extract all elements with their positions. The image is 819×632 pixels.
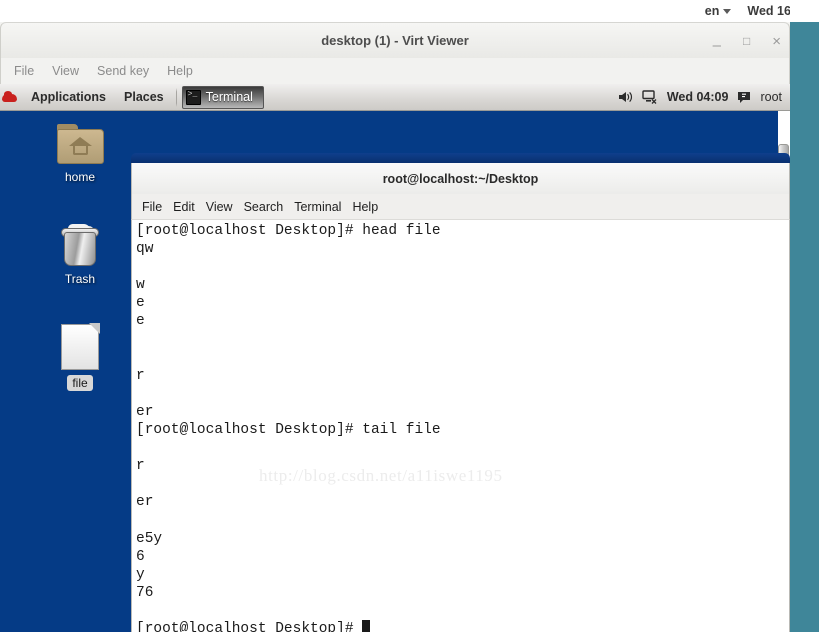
terminal-line: [root@localhost Desktop]# tail file [136,422,441,439]
minimize-button[interactable]: – [713,38,721,53]
virt-viewer-window: desktop (1) - Virt Viewer – □ × File Vie… [0,22,790,632]
menu-places[interactable]: Places [115,90,173,104]
top-right-filler [790,0,819,22]
gnome-panel-tray: Wed 04:09 root [618,90,790,104]
terminal-menu-terminal[interactable]: Terminal [294,197,352,217]
trash-icon [60,224,100,266]
home-folder-icon [56,124,104,164]
menu-view[interactable]: View [43,61,88,81]
panel-separator [175,87,177,107]
terminal-menu-view[interactable]: View [206,197,244,217]
terminal-line: er [136,403,154,420]
terminal-line: 6 [136,548,145,565]
desktop-icon-home[interactable]: home [38,124,122,185]
taskbar-item-label: Terminal [205,90,253,104]
host-top-bar: en Wed 16:09 [0,0,819,22]
terminal-line: qw [136,241,154,258]
terminal-line: [root@localhost Desktop]# head file [136,223,441,239]
document-icon [61,323,100,370]
desktop-icon-trash[interactable]: Trash [38,224,122,287]
terminal-line: r [136,367,145,384]
virt-viewer-letterbox-right [790,22,819,632]
keyboard-layout-indicator[interactable]: en [705,4,732,18]
menu-send-key[interactable]: Send key [88,61,158,81]
terminal-line: e5y [136,530,163,547]
terminal-menu-help[interactable]: Help [352,197,389,217]
terminal-title: root@localhost:~/Desktop [382,171,539,186]
desktop-icon-file-label: file [67,375,93,391]
redhat-logo-icon[interactable] [2,90,17,105]
virt-viewer-title: desktop (1) - Virt Viewer [321,33,469,48]
maximize-button[interactable]: □ [743,35,750,47]
taskbar-item-terminal[interactable]: >_ Terminal [181,85,264,109]
virt-viewer-titlebar[interactable]: desktop (1) - Virt Viewer – □ × [0,22,790,58]
gnome-panel-left: Applications Places >_ Terminal [0,84,264,111]
terminal-line: 76 [136,584,154,601]
close-button[interactable]: × [772,34,781,49]
desktop-icon-home-label: home [64,170,96,184]
terminal-menubar: File Edit View Search Terminal Help [131,194,790,220]
message-icon[interactable] [737,91,751,104]
user-menu-label[interactable]: root [760,90,782,104]
guest-clock[interactable]: Wed 04:09 [667,90,729,104]
chevron-down-icon [723,8,732,14]
terminal-icon: >_ [185,89,201,105]
screen-root: en Wed 16:09 desktop (1) - Virt Viewer –… [0,0,819,632]
terminal-output: [root@localhost Desktop]# head file qw we… [136,222,785,632]
menu-applications[interactable]: Applications [22,90,115,104]
terminal-titlebar-accent [131,153,790,163]
desktop-icon-trash-label: Trash [64,272,96,286]
menu-file[interactable]: File [5,61,43,81]
terminal-cursor [362,620,371,632]
terminal-line: [root@localhost Desktop]# [136,620,785,632]
terminal-window: root@localhost:~/Desktop File Edit View … [131,153,790,632]
terminal-menu-file[interactable]: File [142,197,173,217]
guest-desktop: Applications Places >_ Terminal Wed 04:0… [0,84,790,632]
terminal-line: r [136,458,145,475]
terminal-line: e [136,295,145,312]
desktop-icon-file[interactable]: file [38,323,122,391]
terminal-menu-search[interactable]: Search [244,197,295,217]
keyboard-layout-label: en [704,4,720,18]
terminal-line: e [136,313,145,330]
virt-viewer-window-controls: – □ × [713,23,781,59]
terminal-titlebar[interactable]: root@localhost:~/Desktop [131,163,790,194]
terminal-menu-edit[interactable]: Edit [173,197,206,217]
terminal-line: y [136,566,145,583]
volume-icon[interactable] [618,90,633,104]
network-disconnected-icon[interactable] [642,90,658,104]
virt-viewer-menubar: File View Send key Help [0,58,790,84]
gnome-panel: Applications Places >_ Terminal Wed 04:0… [0,84,790,111]
menu-help[interactable]: Help [158,61,202,81]
terminal-line: er [136,494,154,511]
terminal-line: w [136,277,145,294]
terminal-body[interactable]: http://blog.csdn.net/a11iswe1195 [root@l… [131,220,790,632]
